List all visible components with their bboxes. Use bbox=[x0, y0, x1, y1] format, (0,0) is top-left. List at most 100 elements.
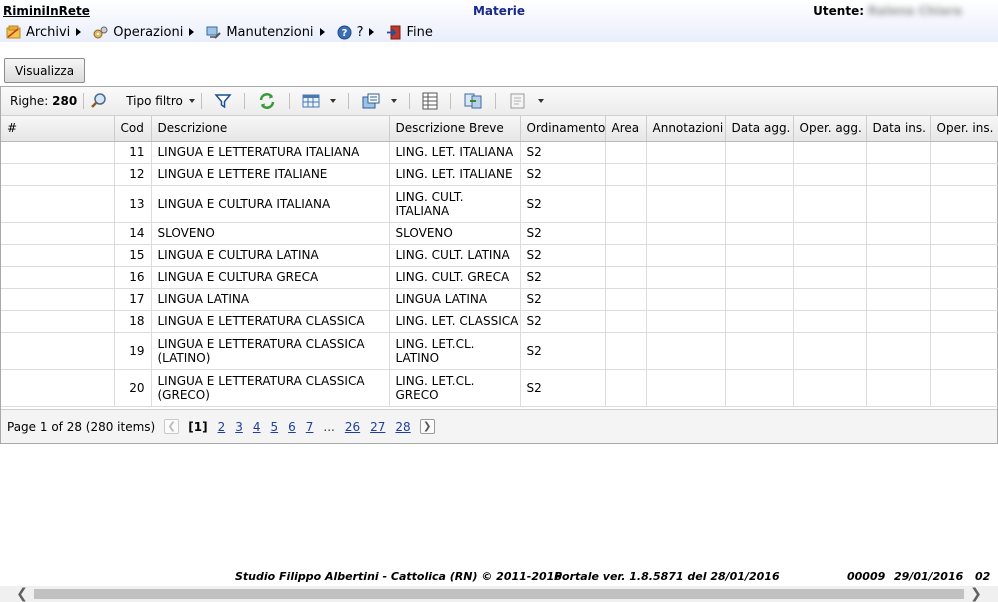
footer-suffix: 02 bbox=[975, 570, 991, 583]
cell-descrizione: LINGUA E LETTERATURA CLASSICA bbox=[151, 310, 390, 333]
menu-fine[interactable]: Fine bbox=[386, 25, 433, 40]
table-row[interactable]: 15 LINGUA E CULTURA LATINA LING. CULT. LAT… bbox=[1, 244, 998, 267]
column-header-oper-ins[interactable]: Oper. ins. bbox=[930, 116, 998, 142]
scroll-left-icon[interactable]: ❮ bbox=[14, 586, 30, 602]
cell-cod: 18 bbox=[114, 310, 152, 333]
cell-annotazioni bbox=[646, 332, 726, 370]
footer-version: Portale ver. 1.8.5871 del 28/01/2016 bbox=[554, 570, 780, 583]
page-link[interactable]: 28 bbox=[395, 420, 410, 434]
column-header-annotazioni[interactable]: Annotazioni bbox=[646, 116, 726, 142]
rows-counter: Righe: 280 bbox=[10, 94, 77, 108]
page-link[interactable]: 4 bbox=[253, 420, 261, 434]
submenu-arrow-icon bbox=[369, 28, 375, 36]
table-row[interactable]: 20 LINGUA E LETTERATURA CLASSICA (GRECO) L… bbox=[1, 369, 998, 407]
column-header-descrizione[interactable]: Descrizione bbox=[151, 116, 390, 142]
menu-manutenzioni[interactable]: Manutenzioni bbox=[206, 25, 325, 40]
cell-data-ins bbox=[866, 244, 931, 267]
cell-descrizione: LINGUA E LETTERATURA ITALIANA bbox=[151, 141, 390, 164]
chevron-down-icon[interactable] bbox=[329, 99, 336, 103]
column-header-ordinamento[interactable]: Ordinamento bbox=[520, 116, 606, 142]
next-page-button[interactable]: ❯ bbox=[419, 419, 435, 434]
submenu-arrow-icon bbox=[189, 28, 195, 36]
table-row[interactable]: 14 SLOVENO SLOVENO S2 bbox=[1, 222, 998, 245]
chevron-down-icon[interactable] bbox=[537, 99, 544, 103]
column-header-data-ins[interactable]: Data ins. bbox=[866, 116, 931, 142]
prev-page-button[interactable]: ❮ bbox=[164, 419, 180, 434]
pager-info: Page 1 of 28 (280 items) bbox=[7, 419, 156, 434]
visualizza-button[interactable]: Visualizza bbox=[4, 58, 85, 83]
column-header-oper-agg[interactable]: Oper. agg. bbox=[793, 116, 867, 142]
cell-ordinamento: S2 bbox=[520, 222, 606, 245]
table-row[interactable]: 17 LINGUA LATINA LINGUA LATINA S2 bbox=[1, 288, 998, 311]
copy-icon[interactable] bbox=[463, 91, 483, 111]
footer-code: 00009 bbox=[847, 570, 886, 583]
current-page: [1] bbox=[188, 419, 208, 434]
cell-cod: 11 bbox=[114, 141, 152, 164]
refresh-icon[interactable] bbox=[257, 91, 277, 111]
cell-cod: 15 bbox=[114, 244, 152, 267]
cell-index bbox=[1, 288, 115, 311]
page-link[interactable]: 27 bbox=[370, 420, 385, 434]
cell-descrizione-breve: LING. LET. ITALIANA bbox=[389, 141, 521, 164]
column-header-index[interactable]: # bbox=[1, 116, 115, 142]
toolbar-separator bbox=[288, 93, 290, 109]
cell-descrizione: LINGUA E CULTURA GRECA bbox=[151, 266, 390, 289]
table-row[interactable]: 19 LINGUA E LETTERATURA CLASSICA (LATINO)… bbox=[1, 332, 998, 370]
horizontal-scrollbar[interactable]: ❮ ❯ bbox=[0, 586, 998, 602]
cell-ordinamento: S2 bbox=[520, 163, 606, 186]
table-row[interactable]: 16 LINGUA E CULTURA GRECA LING. CULT. GREC… bbox=[1, 266, 998, 289]
table-row[interactable]: 18 LINGUA E LETTERATURA CLASSICA LING. LET… bbox=[1, 310, 998, 333]
column-header-data-agg[interactable]: Data agg. bbox=[725, 116, 794, 142]
cell-annotazioni bbox=[646, 244, 726, 267]
menu-archivi-label: Archivi bbox=[26, 24, 71, 40]
cell-oper-agg bbox=[793, 141, 867, 164]
page-link[interactable]: 7 bbox=[306, 420, 314, 434]
cell-index bbox=[1, 332, 115, 370]
scrollbar-thumb[interactable] bbox=[34, 589, 964, 599]
table-row[interactable]: 12 LINGUA E LETTERE ITALIANE LING. LET. IT… bbox=[1, 163, 998, 186]
page-link[interactable]: 5 bbox=[270, 420, 278, 434]
table-row[interactable]: 13 LINGUA E CULTURA ITALIANA LING. CULT. I… bbox=[1, 185, 998, 223]
cell-index bbox=[1, 266, 115, 289]
chevron-down-icon[interactable] bbox=[390, 99, 397, 103]
filter-type-dropdown[interactable]: Tipo filtro bbox=[126, 94, 195, 108]
menu-archivi[interactable]: Archivi bbox=[6, 24, 82, 40]
scroll-right-icon[interactable]: ❯ bbox=[968, 586, 984, 602]
rows-count: 280 bbox=[52, 94, 78, 108]
filter-icon[interactable] bbox=[214, 91, 232, 111]
cell-oper-ins bbox=[930, 310, 998, 333]
table-row[interactable]: 11 LINGUA E LETTERATURA ITALIANA LING. LET… bbox=[1, 141, 998, 164]
cell-index bbox=[1, 141, 115, 164]
menu-help[interactable]: ? ? bbox=[337, 25, 375, 40]
page-link[interactable]: 26 bbox=[345, 420, 360, 434]
header-bar: RiminiInRete Materie Utente: Ralena Chiar… bbox=[0, 0, 998, 42]
pager: Page 1 of 28 (280 items) ❮ [1] 234567 ..… bbox=[1, 409, 997, 443]
cell-oper-ins bbox=[930, 332, 998, 370]
export-icon[interactable] bbox=[361, 91, 381, 111]
gears-icon bbox=[93, 25, 108, 40]
print-icon[interactable] bbox=[508, 91, 528, 111]
cell-data-agg bbox=[725, 141, 794, 164]
menu-bar: Archivi Operazioni Manutenzioni ? ? Fine bbox=[0, 22, 439, 42]
page-link[interactable]: 3 bbox=[235, 420, 243, 434]
cell-cod: 17 bbox=[114, 288, 152, 311]
cell-oper-ins bbox=[930, 222, 998, 245]
layout-icon[interactable] bbox=[422, 91, 438, 111]
column-header-area[interactable]: Area bbox=[605, 116, 647, 142]
cell-descrizione: SLOVENO bbox=[151, 222, 390, 245]
cell-oper-agg bbox=[793, 288, 867, 311]
menu-operazioni[interactable]: Operazioni bbox=[93, 25, 195, 40]
cell-ordinamento: S2 bbox=[520, 332, 606, 370]
page-link[interactable]: 6 bbox=[288, 420, 296, 434]
cell-oper-agg bbox=[793, 369, 867, 407]
cell-annotazioni bbox=[646, 369, 726, 407]
column-header-descrizione-breve[interactable]: Descrizione Breve bbox=[389, 116, 521, 142]
footer: Studio Filippo Albertini - Cattolica (RN… bbox=[0, 570, 998, 584]
cell-annotazioni bbox=[646, 222, 726, 245]
cell-descrizione: LINGUA E LETTERATURA CLASSICA (LATINO) bbox=[151, 332, 390, 370]
search-icon[interactable] bbox=[90, 91, 108, 111]
user-label: Utente: bbox=[813, 4, 865, 18]
page-link[interactable]: 2 bbox=[218, 420, 226, 434]
columns-icon[interactable] bbox=[302, 91, 320, 111]
column-header-cod[interactable]: Cod bbox=[114, 116, 152, 142]
